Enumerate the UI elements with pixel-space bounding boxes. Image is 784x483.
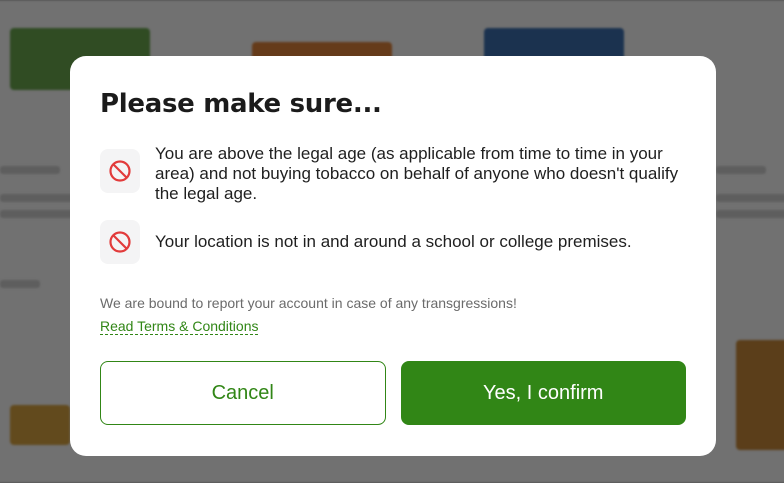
prohibited-icon	[100, 149, 140, 193]
rule-list: You are above the legal age (as applicab…	[100, 144, 686, 264]
age-confirmation-dialog: Please make sure... You are above the le…	[70, 56, 716, 456]
confirm-button[interactable]: Yes, I confirm	[400, 361, 686, 425]
page: Please make sure... You are above the le…	[0, 0, 784, 483]
rule-text: Your location is not in and around a sch…	[155, 232, 632, 251]
rule-text: You are above the legal age (as applicab…	[155, 144, 679, 203]
dialog-title: Please make sure...	[100, 89, 382, 119]
rule-item-legal-age: You are above the legal age (as applicab…	[100, 144, 686, 204]
rule-item-location: Your location is not in and around a sch…	[100, 220, 686, 264]
terms-and-conditions-link[interactable]: Read Terms & Conditions	[100, 318, 259, 335]
cancel-button[interactable]: Cancel	[100, 361, 386, 425]
prohibited-icon	[100, 220, 140, 264]
report-notice: We are bound to report your account in c…	[100, 295, 517, 311]
dialog-actions: Cancel Yes, I confirm	[100, 361, 686, 425]
